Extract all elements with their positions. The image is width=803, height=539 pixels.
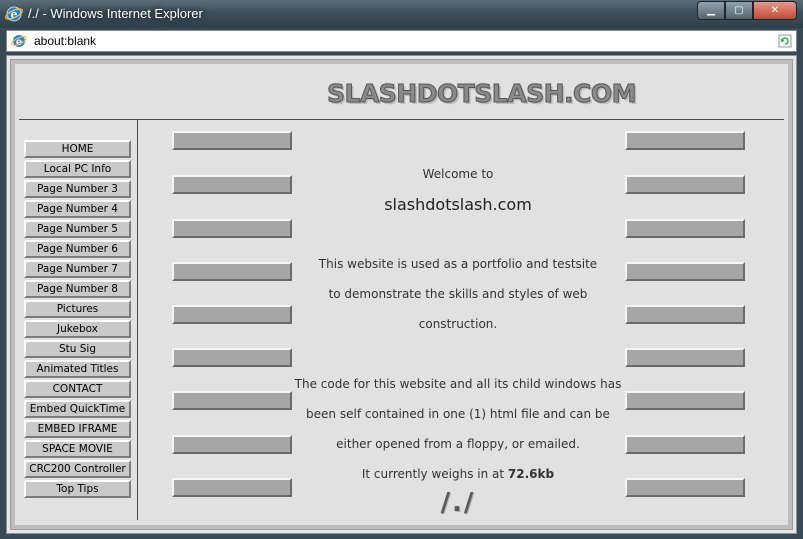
description-line: construction. [418, 317, 498, 331]
site-name-heading: slashdotslash.com [384, 195, 532, 214]
code-info-line: been self contained in one (1) html file… [306, 407, 610, 421]
description-line: to demonstrate the skills and styles of … [328, 287, 588, 301]
decorative-bar [625, 262, 745, 281]
decorative-bar [625, 131, 745, 150]
code-info-line: The code for this website and all its ch… [294, 377, 622, 391]
window-title: /./ - Windows Internet Explorer [28, 6, 203, 21]
decorative-bar [172, 219, 292, 238]
decorative-bar [172, 175, 292, 194]
nav-button-pictures[interactable]: Pictures [24, 300, 131, 318]
weight-value: 72.6kb [507, 467, 555, 481]
nav-button-crc200-controller[interactable]: CRC200 Controller [24, 460, 131, 478]
decorative-bar [625, 219, 745, 238]
nav-button-page-3[interactable]: Page Number 3 [24, 180, 131, 198]
weight-line: It currently weighs in at 72.6kb [298, 467, 618, 481]
site-header: SLASHDOTSLASH.COM [19, 68, 784, 120]
address-input[interactable]: about:blank [34, 34, 96, 48]
nav-button-embed-quicktime[interactable]: Embed QuickTime [24, 400, 131, 418]
window-controls: ▁ ▢ ✕ [697, 1, 797, 20]
decorative-bar [625, 391, 745, 410]
decorative-bar [172, 348, 292, 367]
nav-button-page-6[interactable]: Page Number 6 [24, 240, 131, 258]
close-button[interactable]: ✕ [753, 1, 797, 20]
nav-button-embed-iframe[interactable]: EMBED IFRAME [24, 420, 131, 438]
code-info-line: either opened from a floppy, or emailed. [336, 437, 580, 451]
sidebar-nav: HOME Local PC Info Page Number 3 Page Nu… [19, 120, 138, 520]
welcome-text: Welcome to [422, 167, 494, 181]
decorative-bar [172, 262, 292, 281]
page-frame: SLASHDOTSLASH.COM HOME Local PC Info Pag… [10, 59, 793, 530]
decorative-bar [172, 391, 292, 410]
decorative-bar [172, 131, 292, 150]
close-icon: ✕ [770, 5, 780, 16]
maximize-button[interactable]: ▢ [725, 1, 753, 20]
site-logo: SLASHDOTSLASH.COM [327, 79, 637, 109]
nav-button-page-5[interactable]: Page Number 5 [24, 220, 131, 238]
ie-icon: e [5, 6, 23, 22]
nav-button-local-pc-info[interactable]: Local PC Info [24, 160, 131, 178]
decorative-bar [625, 435, 745, 454]
refresh-icon[interactable] [778, 34, 792, 48]
title-bar: e /./ - Windows Internet Explorer ▁ ▢ ✕ [0, 0, 803, 28]
nav-button-jukebox[interactable]: Jukebox [24, 320, 131, 338]
nav-button-animated-titles[interactable]: Animated Titles [24, 360, 131, 378]
weight-prefix: It currently weighs in at [361, 467, 508, 481]
browser-viewport: SLASHDOTSLASH.COM HOME Local PC Info Pag… [6, 55, 797, 534]
decorative-bar [625, 478, 745, 497]
minimize-icon: ▁ [707, 5, 715, 16]
nav-button-contact[interactable]: CONTACT [24, 380, 131, 398]
page-icon: e [11, 35, 27, 48]
decorative-bar [625, 175, 745, 194]
main-content: Welcome to slashdotslash.com This websit… [138, 120, 784, 520]
decorative-bar [625, 305, 745, 324]
decorative-bar [172, 478, 292, 497]
nav-button-stu-sig[interactable]: Stu Sig [24, 340, 131, 358]
decorative-bar [172, 305, 292, 324]
address-bar[interactable]: e about:blank [6, 30, 797, 52]
decorative-bar [172, 435, 292, 454]
nav-button-page-7[interactable]: Page Number 7 [24, 260, 131, 278]
nav-button-page-4[interactable]: Page Number 4 [24, 200, 131, 218]
decorative-bar [625, 348, 745, 367]
description-line: This website is used as a portfolio and … [318, 257, 598, 271]
nav-button-page-8[interactable]: Page Number 8 [24, 280, 131, 298]
nav-button-home[interactable]: HOME [24, 140, 131, 158]
nav-button-top-tips[interactable]: Top Tips [24, 480, 131, 498]
signature-logo: /./ [440, 488, 476, 518]
nav-button-space-movie[interactable]: SPACE MOVIE [24, 440, 131, 458]
maximize-icon: ▢ [734, 5, 744, 16]
minimize-button[interactable]: ▁ [697, 1, 725, 20]
